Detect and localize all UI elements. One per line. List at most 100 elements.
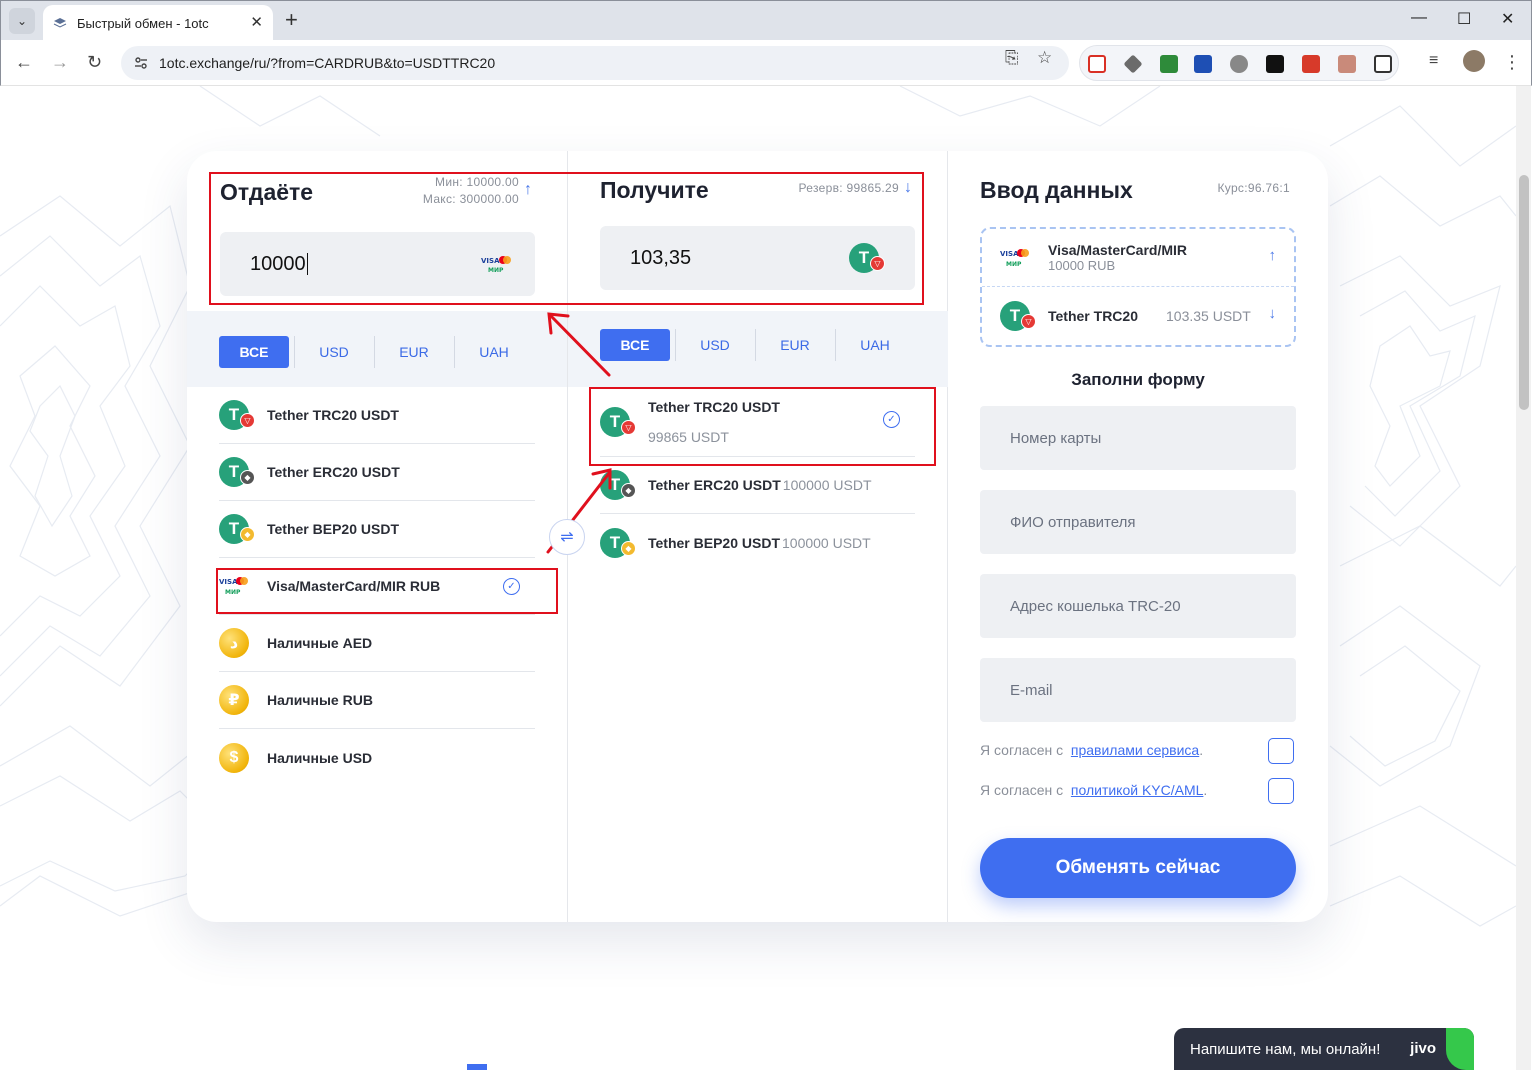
exchange-now-button[interactable]: Обменять сейчас [980,838,1296,898]
media-control-icon[interactable]: ≡ [1429,52,1438,70]
agree-prefix: Я согласен с [980,742,1064,758]
give-currency-cash-usd[interactable]: $ Наличные USD [219,729,535,786]
bookmark-star-icon[interactable]: ☆ [1037,48,1052,68]
cash-usd-icon: $ [219,742,249,773]
currency-name: Наличные RUB [267,692,373,708]
reload-icon[interactable]: ↻ [87,52,102,73]
tether-erc20-icon: T ◆ [600,470,636,500]
currency-name: Tether TRC20 USDT [267,407,399,423]
chat-online-indicator [1446,1028,1474,1070]
receive-currency-bep20[interactable]: T ◆ Tether BEP20 USDT 100000 USDT [600,514,915,571]
site-info-icon[interactable] [133,55,149,71]
tab-close-icon[interactable]: ✕ [250,13,263,31]
power-extension-icon[interactable] [1230,55,1248,73]
receive-filter-uah[interactable]: UAH [836,329,914,361]
email-field[interactable]: E-mail [980,658,1296,722]
window-close-button[interactable]: ✕ [1501,9,1514,29]
kyc-link[interactable]: политикой KYC/AML [1071,782,1204,798]
receive-filter-bar: ВСЕ USD EUR UAH [568,311,948,387]
puzzle-extensions-icon[interactable] [1374,55,1392,73]
blue-extension-icon[interactable] [1194,55,1212,73]
give-amount-input[interactable]: 10000 VISA МИР [220,232,535,296]
field-placeholder: Номер карты [1010,429,1102,447]
agree-kyc-checkbox[interactable] [1268,778,1294,804]
give-amount-value: 10000 [250,252,306,275]
give-filter-usd[interactable]: USD [295,336,373,368]
page-bottom-element [467,1064,487,1070]
extensions-group [1079,45,1399,81]
agree-rules-text: Я согласен с правилами сервиса. [980,742,1204,758]
give-filter-eur[interactable]: EUR [375,336,453,368]
summary-to-name: Tether TRC20 [1048,308,1138,324]
give-filter-all[interactable]: ВСЕ [219,336,289,368]
back-icon[interactable]: ← [15,52,33,73]
cash-rub-icon: ₽ [219,685,249,715]
receive-filter-all[interactable]: ВСЕ [600,329,670,361]
currency-reserve: 99865 USDT [648,428,729,445]
profile-avatar[interactable] [1463,50,1485,72]
receive-reserve: Резерв: 99865.29 [798,181,899,195]
svg-text:VISA: VISA [219,578,238,586]
agree-prefix: Я согласен с [980,782,1064,798]
currency-name: Tether ERC20 USDT [648,477,781,493]
chat-widget[interactable]: Напишите нам, мы онлайн! jivo [1174,1028,1474,1070]
exchange-rate: Курс:96.76:1 [1217,181,1290,195]
browser-menu-icon[interactable]: ⋮ [1503,52,1521,73]
browser-toolbar: ← → ↻ 1otc.exchange/ru/?from=CARDRUB&to=… [0,40,1532,86]
gmail-extension-icon[interactable] [1088,55,1106,73]
give-currency-cash-rub[interactable]: ₽ Наличные RUB [219,672,535,729]
currency-name: Наличные AED [267,635,373,651]
tab-title: Быстрый обмен - 1otc [77,15,209,31]
text-cursor [306,253,308,275]
agree-kyc-text: Я согласен с политикой KYC/AML. [980,782,1208,798]
receive-amount-value: 103,35 [630,246,692,269]
install-app-icon[interactable]: ⎘ [1005,48,1019,68]
tether-trc20-icon: T ▽ [600,406,636,437]
summary-to-amount: 103.35 USDT [1166,308,1251,324]
give-min: Мин: 10000.00 [435,175,519,189]
scrollbar-thumb[interactable] [1519,175,1529,410]
receive-amount-field[interactable]: 103,35 T ▽ [600,226,915,290]
give-currency-card-rub[interactable]: VISA МИР Visa/MasterCard/MIR RUB ✓ [219,558,535,615]
receive-currency-erc20[interactable]: T ◆ Tether ERC20 USDT 100000 USDT [600,457,915,514]
sender-name-field[interactable]: ФИО отправителя [980,490,1296,554]
column-divider [947,151,948,922]
cast-extension-icon[interactable] [1338,55,1356,73]
field-placeholder: Адрес кошелька TRC-20 [1010,597,1181,615]
tab-search-button[interactable]: ⌄ [9,8,35,34]
tether-erc20-icon: T ◆ [219,457,255,487]
selected-check-icon: ✓ [883,411,900,428]
receive-filter-eur[interactable]: EUR [756,329,834,361]
chat-brand: jivo [1410,1040,1436,1057]
give-filter-uah[interactable]: UAH [455,336,533,368]
exchange-summary: VISA МИР Visa/MasterCard/MIR 10000 RUB ↑… [980,227,1296,347]
agree-rules-checkbox[interactable] [1268,738,1294,764]
svg-text:МИР: МИР [1006,261,1022,268]
notion-extension-icon[interactable] [1266,55,1284,73]
svg-text:МИР: МИР [225,589,241,596]
give-filter-bar: ВСЕ USD EUR UAH [187,311,567,387]
new-tab-button[interactable]: + [285,9,298,31]
minimize-button[interactable]: — [1411,9,1427,27]
arrow-down-icon: ↓ [904,179,912,196]
address-bar[interactable]: 1otc.exchange/ru/?from=CARDRUB&to=USDTTR… [121,46,1069,80]
rules-link[interactable]: правилами сервиса [1071,742,1199,758]
green-extension-icon[interactable] [1160,55,1178,73]
receive-currency-trc20[interactable]: T ▽ Tether TRC20 USDT 99865 USDT ✓ [600,387,915,457]
give-currency-cash-aed[interactable]: د Наличные AED [219,615,535,672]
maximize-button[interactable]: ☐ [1457,9,1471,29]
swap-direction-button[interactable]: ⇌ [549,519,585,555]
give-currency-bep20[interactable]: T ◆ Tether BEP20 USDT [219,501,535,558]
give-currency-erc20[interactable]: T ◆ Tether ERC20 USDT [219,444,535,501]
receive-filter-usd[interactable]: USD [676,329,754,361]
browser-tab-bar: ⌄ Быстрый обмен - 1otc ✕ + — ☐ ✕ [0,0,1532,41]
forward-icon[interactable]: → [51,52,69,73]
wallet-address-field[interactable]: Адрес кошелька TRC-20 [980,574,1296,638]
currency-name: Наличные USD [267,749,373,766]
red-extension-icon[interactable] [1302,55,1320,73]
card-number-field[interactable]: Номер карты [980,406,1296,470]
diamond-extension-icon[interactable] [1123,54,1143,74]
browser-tab[interactable]: Быстрый обмен - 1otc ✕ [43,5,273,41]
cash-aed-icon: د [219,628,249,658]
give-currency-trc20[interactable]: T ▽ Tether TRC20 USDT [219,387,535,444]
